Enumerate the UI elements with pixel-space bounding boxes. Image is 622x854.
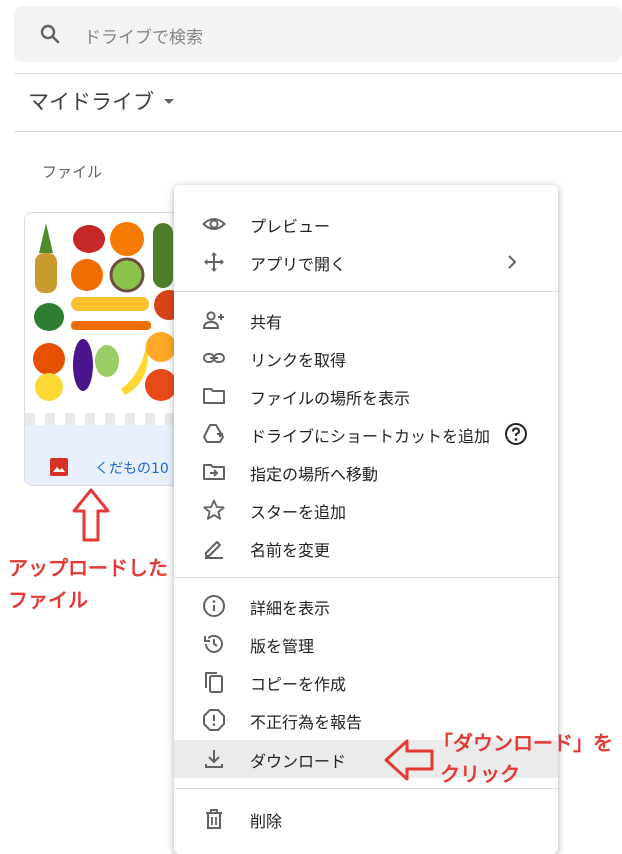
menu-item-details[interactable]: 詳細を表示 [174,587,558,625]
image-file-icon [50,458,68,476]
menu-item-label: リンクを取得 [250,351,347,370]
trash-icon [206,809,222,829]
menu-item-label: 版を管理 [250,637,315,656]
help-icon[interactable] [504,422,528,446]
move-to-folder-icon [203,464,225,480]
breadcrumb[interactable]: マイドライブ [28,86,174,116]
caret-down-icon[interactable] [164,98,174,104]
shortcut-drive-icon [203,424,224,443]
menu-divider [174,577,558,578]
download-icon [205,750,223,768]
annotation-download-line1: 「ダウンロード」を [433,731,613,755]
menu-item-add-shortcut[interactable]: ドライブにショートカットを追加 [174,415,558,453]
up-arrow-annotation [72,488,110,542]
menu-item-label: 不正行為を報告 [250,713,363,732]
person-add-icon [202,311,224,329]
menu-item-label: ドライブにショートカットを追加 [250,427,491,446]
divider [14,131,622,132]
menu-item-label: コピーを作成 [250,675,347,694]
history-icon [204,634,223,653]
search-input[interactable]: ドライブで検索 [84,23,203,48]
left-arrow-annotation [384,739,434,781]
menu-item-move-to[interactable]: 指定の場所へ移動 [174,453,558,491]
section-label: ファイル [42,163,103,181]
menu-divider [174,788,558,789]
move-arrows-icon [204,252,224,272]
menu-item-rename[interactable]: 名前を変更 [174,529,558,567]
menu-item-manage-versions[interactable]: 版を管理 [174,625,558,663]
page-title[interactable]: マイドライブ [28,86,154,116]
menu-item-add-star[interactable]: スターを追加 [174,491,558,529]
menu-item-share[interactable]: 共有 [174,301,558,339]
menu-item-label: スターを追加 [250,503,347,522]
menu-item-label: ファイルの場所を表示 [250,389,411,408]
link-icon [203,353,225,363]
pencil-icon [205,541,223,559]
star-icon [203,499,225,520]
annotation-uploaded-line2: ファイル [8,588,88,612]
folder-icon [203,388,225,404]
annotation-download-line2: クリック [440,762,520,786]
divider [14,73,622,74]
menu-item-label: 指定の場所へ移動 [250,465,379,484]
menu-item-label: ダウンロード [250,752,347,771]
menu-item-label: 名前を変更 [250,541,331,560]
file-name[interactable]: くだもの10 [95,458,169,478]
menu-item-show-location[interactable]: ファイルの場所を表示 [174,377,558,415]
menu-item-label: 削除 [250,812,283,831]
menu-item-delete[interactable]: 削除 [174,800,558,838]
menu-item-label: 共有 [250,313,283,332]
search-bar[interactable]: ドライブで検索 [14,6,622,62]
menu-item-get-link[interactable]: リンクを取得 [174,339,558,377]
report-icon [203,709,225,731]
search-icon[interactable] [38,22,62,46]
chevron-right-icon [508,255,517,269]
menu-item-preview[interactable]: プレビュー [174,205,558,243]
menu-item-label: 詳細を表示 [250,599,331,618]
annotation-uploaded-line1: アップロードした [8,556,168,580]
info-icon [203,595,225,617]
menu-item-open-with[interactable]: アプリで開く [174,243,558,281]
copy-icon [205,672,223,693]
menu-item-label: プレビュー [250,217,331,236]
menu-item-label: アプリで開く [250,255,347,274]
menu-divider [174,291,558,292]
eye-icon [202,218,226,230]
menu-item-make-copy[interactable]: コピーを作成 [174,663,558,701]
